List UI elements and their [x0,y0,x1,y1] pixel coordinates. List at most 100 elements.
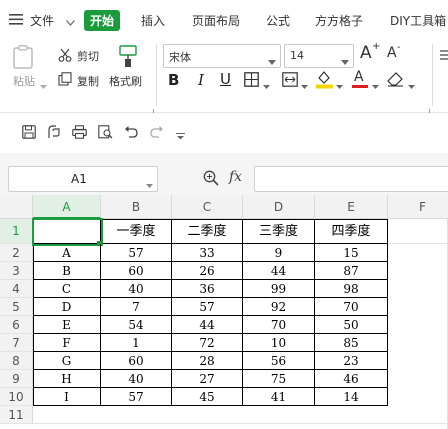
undo-icon[interactable] [124,125,138,138]
name-box[interactable]: A1 [8,166,158,192]
underline-button[interactable]: U [220,70,231,88]
scissors-icon[interactable] [58,48,72,62]
table-cell-label[interactable]: D [33,298,101,316]
row-header-10[interactable]: 10 [0,388,33,406]
table-cell-q2[interactable]: 45 [172,388,243,406]
header-cell-q3[interactable]: 三季度 [243,220,315,244]
table-cell-q4[interactable]: 15 [315,244,388,262]
format-painter-icon[interactable] [117,44,139,68]
table-cell-label[interactable]: I [33,388,101,406]
table-cell-q2[interactable]: 26 [172,262,243,280]
insert-function-button[interactable]: fx [229,169,242,185]
formula-input[interactable] [254,166,448,192]
zoom-icon[interactable] [203,170,219,186]
table-cell-q1[interactable]: 40 [101,370,172,388]
row-header-9[interactable]: 9 [0,370,33,388]
merge-cells-icon[interactable] [282,72,298,87]
table-cell-label[interactable]: C [33,280,101,298]
export-pdf-icon[interactable] [47,125,61,139]
table-cell-q3[interactable]: 70 [243,316,315,334]
row-header-6[interactable]: 6 [0,316,33,334]
table-cell-q3[interactable]: 75 [243,370,315,388]
chevron-down-icon[interactable] [146,177,153,188]
tab-insert[interactable]: 插入 [141,12,165,29]
table-cell-q3[interactable]: 99 [243,280,315,298]
table-cell-q2[interactable]: 27 [172,370,243,388]
table-cell-q4[interactable]: 87 [315,262,388,280]
hamburger-menu-icon[interactable] [9,13,23,25]
row-header-7[interactable]: 7 [0,334,33,352]
chevron-down-icon[interactable] [66,15,75,26]
table-cell-q2[interactable]: 33 [172,244,243,262]
paste-dropdown-icon[interactable] [40,78,47,89]
clipboard-launcher-icon[interactable] [148,104,154,115]
increase-font-size-button[interactable]: A [360,43,372,63]
chevron-down-icon[interactable] [408,78,415,89]
chevron-down-icon[interactable] [336,78,343,89]
table-cell-q4[interactable]: 50 [315,316,388,334]
row-header-3[interactable]: 3 [0,262,33,280]
table-cell-q1[interactable]: 57 [101,244,172,262]
eraser-icon[interactable] [387,71,404,87]
column-header-a[interactable]: A [33,195,101,219]
copy-icon[interactable] [58,72,72,86]
select-all-corner[interactable] [0,195,33,219]
borders-icon[interactable] [244,72,259,87]
table-cell-q1[interactable]: 7 [101,298,172,316]
paste-label[interactable]: 粘贴 [13,73,35,89]
table-cell-q4[interactable]: 23 [315,352,388,370]
table-cell-q3[interactable]: 41 [243,388,315,406]
active-cell-selection[interactable] [32,218,103,246]
customize-toolbar-icon[interactable] [176,129,185,140]
column-header-e[interactable]: E [315,195,388,219]
column-header-c[interactable]: C [172,195,243,219]
table-cell-q1[interactable]: 40 [101,280,172,298]
table-cell-q3[interactable]: 56 [243,352,315,370]
table-cell-q3[interactable]: 92 [243,298,315,316]
table-cell-q4[interactable]: 70 [315,298,388,316]
column-header-f[interactable]: F [388,195,448,219]
table-cell-q2[interactable]: 28 [172,352,243,370]
table-cell-q1[interactable]: 60 [101,262,172,280]
font-size-select[interactable]: 14 [284,44,354,68]
bold-button[interactable]: B [168,71,179,89]
tab-home[interactable]: 开始 [84,10,121,31]
font-name-select[interactable]: 宋体 [163,44,281,68]
redo-icon[interactable] [150,125,164,138]
table-cell-q2[interactable]: 57 [172,298,243,316]
chevron-down-icon[interactable] [301,78,308,89]
table-cell-q1[interactable]: 54 [101,316,172,334]
tab-fangfang-grid[interactable]: 方方格子 [315,12,363,29]
row-header-5[interactable]: 5 [0,298,33,316]
table-cell-q2[interactable]: 44 [172,316,243,334]
table-cell-q1[interactable]: 60 [101,352,172,370]
tab-diy-toolbox[interactable]: DIY工具箱 [390,12,446,29]
copy-label[interactable]: 复制 [77,73,99,89]
table-cell-label[interactable]: B [33,262,101,280]
table-cell-label[interactable]: A [33,244,101,262]
decrease-font-size-button[interactable]: A [387,45,397,61]
font-color-button[interactable]: A [352,69,368,89]
row-header-4[interactable]: 4 [0,280,33,298]
table-cell-q2[interactable]: 36 [172,280,243,298]
print-icon[interactable] [72,125,87,139]
column-header-b[interactable]: B [101,195,172,219]
cut-label[interactable]: 剪切 [77,48,99,64]
table-cell-q1[interactable]: 57 [101,388,172,406]
table-cell-q4[interactable]: 46 [315,370,388,388]
table-cell-label[interactable]: G [33,352,101,370]
chevron-down-icon[interactable] [268,54,276,65]
table-cell-q2[interactable]: 72 [172,334,243,352]
table-cell-q3[interactable]: 10 [243,334,315,352]
fill-color-icon[interactable] [316,69,333,89]
header-cell-q2[interactable]: 二季度 [172,220,243,244]
chevron-down-icon[interactable] [372,78,379,89]
header-cell-q4[interactable]: 四季度 [315,220,388,244]
row-header-11[interactable]: 11 [0,406,33,424]
save-icon[interactable] [22,125,36,139]
header-cell-q1[interactable]: 一季度 [101,220,172,244]
row-header-8[interactable]: 8 [0,352,33,370]
font-launcher-icon[interactable] [424,104,430,115]
table-cell-q3[interactable]: 44 [243,262,315,280]
table-cell-q4[interactable]: 85 [315,334,388,352]
